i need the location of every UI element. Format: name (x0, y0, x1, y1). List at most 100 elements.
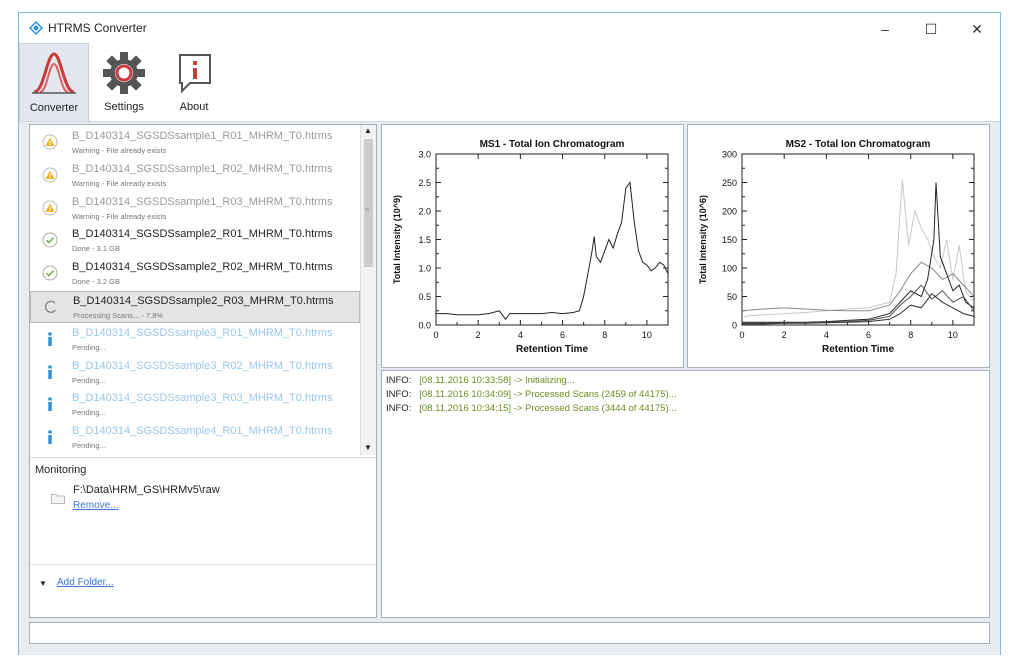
x-tick-label: 10 (948, 330, 958, 340)
x-tick-label: 2 (476, 330, 481, 340)
log-level: INFO: (386, 403, 412, 414)
file-item[interactable]: B_D140314_SGSDSsample3_R03_MHRM_T0.htrms… (30, 389, 360, 421)
log-message: [08.11.2016 10:34:15] -> Processed Scans… (419, 403, 677, 414)
y-tick-label: 0.5 (418, 292, 431, 302)
file-list: B_D140314_SGSDSsample1_R01_MHRM_T0.htrms… (30, 125, 376, 455)
log-message: [08.11.2016 10:33:58] -> Initializing... (419, 375, 575, 386)
info-icon (48, 332, 52, 346)
add-folder-link[interactable]: Add Folder... (57, 577, 114, 588)
file-name: B_D140314_SGSDSsample3_R03_MHRM_T0.htrms (72, 392, 333, 405)
file-item[interactable]: B_D140314_SGSDSsample3_R02_MHRM_T0.htrms… (30, 357, 360, 389)
scroll-thumb[interactable] (364, 139, 373, 267)
x-tick-label: 4 (824, 330, 829, 340)
file-item[interactable]: B_D140314_SGSDSsample2_R01_MHRM_T0.htrms… (30, 225, 360, 257)
file-status: Warning - File already exists (72, 178, 167, 188)
file-status: Warning - File already exists (72, 211, 167, 221)
log-line: INFO: [08.11.2016 10:34:09] -> Processed… (386, 389, 677, 400)
y-tick-label: 50 (727, 292, 737, 302)
file-status: Pending... (72, 342, 106, 352)
ms2-chart-panel: MS2 - Total Ion Chromatogram 0 50 100 150 200… (687, 124, 990, 368)
info-speech-icon (179, 54, 211, 94)
check-circle-icon (42, 232, 58, 248)
x-tick-label: 4 (518, 330, 523, 340)
spinner-icon (44, 300, 57, 313)
y-tick-label: 300 (722, 150, 737, 160)
tab-about[interactable]: About (159, 43, 229, 123)
file-status: Warning - File already exists (72, 146, 167, 155)
maximize-button[interactable]: ☐ (908, 15, 954, 43)
file-panel: B_D140314_SGSDSsample1_R01_MHRM_T0.htrms… (29, 124, 377, 618)
info-icon (48, 365, 52, 379)
title-bar[interactable]: HTRMS Converter – ☐ ✕ (19, 13, 1000, 43)
add-folder-dropdown-icon[interactable]: ▼ (39, 579, 47, 588)
log-level: INFO: (386, 375, 412, 386)
gear-icon (103, 52, 145, 94)
remove-folder-link[interactable]: Remove... (73, 500, 119, 511)
scroll-grip-icon: ≡ (365, 207, 370, 214)
x-tick-label: 8 (908, 330, 913, 340)
y-tick-label: 1.5 (418, 235, 431, 245)
window-title: HTRMS Converter (48, 21, 147, 35)
file-status: Pending... (72, 441, 106, 451)
file-item[interactable]: B_D140314_SGSDSsample4_R01_MHRM_T0.htrms… (30, 422, 360, 454)
ribbon-toolbar: Converter Settings About (19, 43, 1000, 123)
minimize-button[interactable]: – (862, 15, 908, 43)
log-panel: INFO: [08.11.2016 10:33:58] -> Initializ… (381, 370, 990, 618)
file-name: B_D140314_SGSDSsample1_R01_MHRM_T0.htrms (72, 130, 333, 142)
file-item[interactable]: B_D140314_SGSDSsample1_R03_MHRM_T0.htrms… (30, 193, 360, 225)
file-name: B_D140314_SGSDSsample2_R03_MHRM_T0.htrms (73, 295, 334, 307)
file-status: Processing Scans... - 7.8% (73, 311, 164, 320)
folder-icon (51, 494, 65, 504)
file-name: B_D140314_SGSDSsample3_R02_MHRM_T0.htrms (72, 359, 333, 372)
y-tick-label: 100 (722, 264, 737, 274)
y-tick-label: 0.0 (418, 321, 431, 331)
x-axis-label: Retention Time (822, 344, 894, 355)
y-tick-label: 250 (722, 178, 737, 188)
series-line (741, 179, 975, 317)
info-icon (48, 430, 52, 445)
file-item[interactable]: B_D140314_SGSDSsample2_R03_MHRM_T0.htrms… (30, 291, 360, 323)
file-list-scrollbar[interactable]: ▲ ≡ ▼ (360, 125, 376, 455)
log-level: INFO: (386, 389, 412, 400)
file-item[interactable]: B_D140314_SGSDSsample2_R02_MHRM_T0.htrms… (30, 258, 360, 290)
warning-icon (42, 200, 58, 216)
y-tick-label: 3.0 (418, 150, 431, 160)
file-name: B_D140314_SGSDSsample2_R01_MHRM_T0.htrms (72, 228, 333, 241)
file-name: B_D140314_SGSDSsample4_R01_MHRM_T0.htrms (72, 425, 333, 438)
tab-converter[interactable]: Converter (19, 43, 89, 123)
file-status: Pending... (72, 375, 106, 385)
plot-area (435, 153, 669, 326)
series-line (742, 284, 975, 324)
status-bar (29, 622, 990, 644)
monitored-folder-path: F:\Data\HRM_GS\HRMv5\raw (73, 484, 220, 496)
x-tick-label: 8 (602, 330, 607, 340)
ms2-chart: MS2 - Total Ion Chromatogram050100150200… (698, 139, 975, 355)
y-tick-label: 0 (732, 321, 737, 331)
x-tick-label: 10 (642, 330, 652, 340)
file-item[interactable]: B_D140314_SGSDSsample1_R02_MHRM_T0.htrms… (30, 160, 360, 192)
tab-settings-label: Settings (104, 101, 144, 113)
y-axis-label: Total Intensity (10^9) (392, 195, 402, 284)
tab-settings[interactable]: Settings (89, 43, 159, 123)
tab-converter-label: Converter (29, 102, 79, 114)
monitoring-title: Monitoring (35, 464, 87, 476)
x-tick-label: 6 (560, 330, 565, 340)
check-circle-icon (42, 265, 58, 281)
tab-about-label: About (179, 101, 209, 113)
x-tick-label: 0 (739, 330, 744, 340)
series-line (436, 181, 669, 321)
add-folder-row: ▼ Add Folder... (30, 564, 376, 619)
file-status: Done - 3.1 GB (72, 244, 120, 254)
main-content: B_D140314_SGSDSsample1_R01_MHRM_T0.htrms… (19, 121, 1000, 655)
close-button[interactable]: ✕ (954, 15, 1000, 43)
monitoring-section: Monitoring F:\Data\HRM_GS\HRMv5\raw Remo… (30, 457, 376, 618)
file-item[interactable]: B_D140314_SGSDSsample1_R01_MHRM_T0.htrms… (30, 127, 360, 159)
warning-icon (42, 167, 58, 183)
x-axis-label: Retention Time (516, 344, 588, 355)
y-tick-label: 1.0 (418, 264, 431, 274)
scroll-up-arrow-icon[interactable]: ▲ (364, 126, 372, 135)
log-message: [08.11.2016 10:34:09] -> Processed Scans… (419, 389, 677, 400)
scroll-down-arrow-icon[interactable]: ▼ (364, 443, 372, 452)
series-line (742, 182, 975, 323)
file-item[interactable]: B_D140314_SGSDSsample3_R01_MHRM_T0.htrms… (30, 324, 360, 356)
